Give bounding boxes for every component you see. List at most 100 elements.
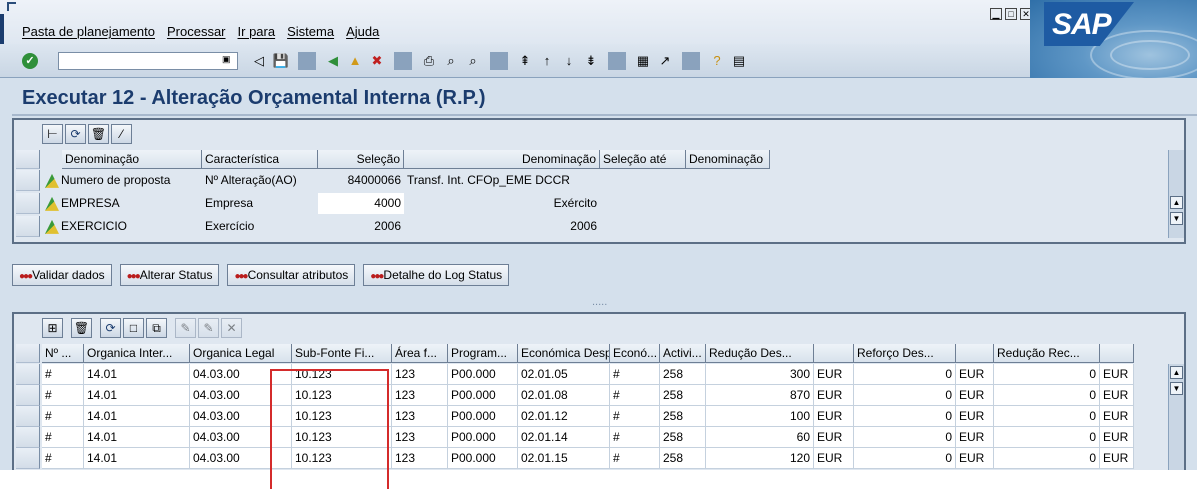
table-cell[interactable]: P00.000	[448, 427, 518, 448]
col-denominacao-3[interactable]: Denominação	[686, 150, 770, 169]
table-cell[interactable]: 02.01.14	[518, 427, 610, 448]
table-cell[interactable]: 100	[706, 406, 814, 427]
col-denominacao[interactable]: Denominação	[62, 150, 202, 169]
table-cell[interactable]: 04.03.00	[190, 448, 292, 469]
table-cell[interactable]: EUR	[1100, 406, 1134, 427]
tree-icon[interactable]: ⊞	[42, 318, 63, 338]
col-denominacao-2[interactable]: Denominação	[404, 150, 600, 169]
table-cell[interactable]: #	[42, 364, 84, 385]
table-cell[interactable]: 0	[994, 427, 1100, 448]
row-selector[interactable]	[16, 406, 40, 427]
table-cell[interactable]: 04.03.00	[190, 406, 292, 427]
back-arrow-icon[interactable]: ◁	[250, 52, 268, 70]
table-cell[interactable]: #	[610, 406, 660, 427]
last-page-icon[interactable]: ⇟	[582, 52, 600, 70]
shortcut-icon[interactable]: ↗	[656, 52, 674, 70]
col-activi[interactable]: Activi...	[660, 344, 706, 363]
table-cell[interactable]: #	[42, 406, 84, 427]
table-cell[interactable]: #	[610, 448, 660, 469]
delete-row-icon[interactable]: ✕	[221, 318, 242, 338]
table-cell[interactable]: EUR	[956, 406, 994, 427]
col-reducao-des[interactable]: Redução Des...	[706, 344, 814, 363]
menu-pasta-de-planejamento[interactable]: Pasta de planejamento	[22, 24, 155, 39]
first-page-icon[interactable]: ⇞	[516, 52, 534, 70]
edit-icon[interactable]: ✎	[175, 318, 196, 338]
col-selecao-ate[interactable]: Seleção até	[600, 150, 686, 169]
exit-icon[interactable]: ▲	[346, 52, 364, 70]
table-cell[interactable]: EUR	[814, 364, 854, 385]
edit-icon[interactable]: ✎	[198, 318, 219, 338]
scroll-up-icon[interactable]: ▲	[1170, 366, 1183, 379]
new-session-icon[interactable]: ▦	[634, 52, 652, 70]
table-cell[interactable]: 04.03.00	[190, 385, 292, 406]
table-cell[interactable]: 0	[994, 448, 1100, 469]
table-cell[interactable]: EUR	[1100, 448, 1134, 469]
col-economica-desp[interactable]: Económica Desp.	[518, 344, 610, 363]
consultar-atributos-button[interactable]: ●●●Consultar atributos	[227, 264, 356, 286]
table-cell[interactable]: P00.000	[448, 448, 518, 469]
col-selecao[interactable]: Seleção	[318, 150, 404, 169]
maximize-icon[interactable]: □	[1005, 8, 1017, 20]
table-cell[interactable]: EUR	[956, 448, 994, 469]
table-cell[interactable]: EUR	[1100, 427, 1134, 448]
table-cell[interactable]: 870	[706, 385, 814, 406]
table-cell[interactable]: 258	[660, 448, 706, 469]
col-organica-inter[interactable]: Organica Inter...	[84, 344, 190, 363]
table-cell[interactable]: 0	[994, 364, 1100, 385]
table-cell[interactable]: EUR	[1100, 364, 1134, 385]
col-organica-legal[interactable]: Organica Legal	[190, 344, 292, 363]
table-cell[interactable]: P00.000	[448, 406, 518, 427]
menu-sistema[interactable]: Sistema	[287, 24, 334, 39]
table-cell[interactable]: 10.123	[292, 448, 392, 469]
table-cell[interactable]: #	[610, 427, 660, 448]
table-cell[interactable]: 123	[392, 427, 448, 448]
row-selector[interactable]	[16, 385, 40, 406]
table-cell[interactable]: 123	[392, 385, 448, 406]
command-dropdown-icon[interactable]: ▣	[222, 54, 231, 65]
table-cell[interactable]: EUR	[1100, 385, 1134, 406]
vertical-scrollbar[interactable]: ▲ ▼	[1168, 150, 1184, 238]
new-document-icon[interactable]: □	[123, 318, 144, 338]
vertical-scrollbar[interactable]: ▲ ▼	[1168, 364, 1184, 470]
help-icon[interactable]: ?	[708, 52, 726, 70]
back-icon[interactable]: ◀	[324, 52, 342, 70]
menu-ajuda[interactable]: Ajuda	[346, 24, 379, 39]
table-cell[interactable]: EUR	[814, 427, 854, 448]
table-cell[interactable]: EUR	[956, 385, 994, 406]
table-cell[interactable]: 14.01	[84, 385, 190, 406]
col-sub-fonte[interactable]: Sub-Fonte Fi...	[292, 344, 392, 363]
table-cell[interactable]: 300	[706, 364, 814, 385]
table-cell[interactable]: #	[610, 385, 660, 406]
table-cell[interactable]: P00.000	[448, 364, 518, 385]
detalhe-log-status-button[interactable]: ●●●Detalhe do Log Status	[363, 264, 510, 286]
row-selector[interactable]	[16, 448, 40, 469]
refresh-icon[interactable]: ⟳	[100, 318, 121, 338]
row-selector[interactable]	[16, 364, 40, 385]
table-cell[interactable]: #	[42, 448, 84, 469]
table-cell[interactable]: 14.01	[84, 364, 190, 385]
table-cell[interactable]: 0	[854, 406, 956, 427]
table-cell[interactable]: 02.01.15	[518, 448, 610, 469]
grid-selectall-icon[interactable]	[16, 344, 40, 363]
table-cell[interactable]: 123	[392, 406, 448, 427]
col-program[interactable]: Program...	[448, 344, 518, 363]
table-cell[interactable]: 02.01.05	[518, 364, 610, 385]
table-cell[interactable]: 04.03.00	[190, 427, 292, 448]
copy-icon[interactable]: ⧉	[146, 318, 167, 338]
table-cell[interactable]: 258	[660, 406, 706, 427]
table-cell[interactable]: 0	[854, 427, 956, 448]
table-cell[interactable]: 04.03.00	[190, 364, 292, 385]
col-currency-3[interactable]	[1100, 344, 1134, 363]
row-selector[interactable]	[16, 193, 40, 214]
table-cell[interactable]: 14.01	[84, 448, 190, 469]
table-cell[interactable]: EUR	[956, 364, 994, 385]
table-cell[interactable]: 0	[994, 385, 1100, 406]
delete-icon[interactable]: 🗑	[88, 124, 109, 144]
save-icon[interactable]: 💾	[272, 52, 290, 70]
table-cell[interactable]: #	[42, 385, 84, 406]
col-caracteristica[interactable]: Característica	[202, 150, 318, 169]
row-selector[interactable]	[16, 427, 40, 448]
refresh-icon[interactable]: ⟳	[65, 124, 86, 144]
splitter-handle[interactable]: .....	[592, 296, 607, 308]
find-next-icon[interactable]: ⌕	[464, 52, 482, 70]
